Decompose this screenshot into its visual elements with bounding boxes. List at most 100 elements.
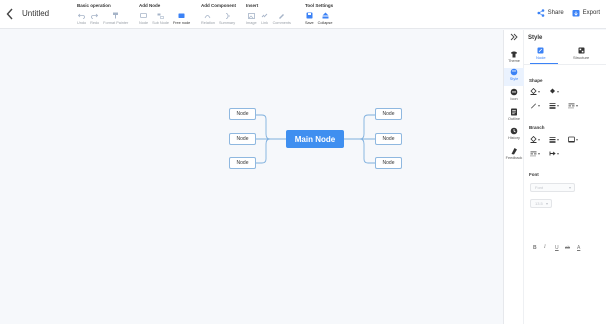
panel-title: Style	[528, 35, 543, 41]
image-label: Image	[246, 21, 257, 25]
group-tool-settings: Tool Settings Save Collapse	[305, 3, 336, 25]
section-shape-title: Shape	[529, 78, 543, 83]
rail-item-history[interactable]: History	[504, 127, 524, 145]
node-icon	[140, 12, 147, 18]
group-insert: Insert Image Link Comments	[246, 3, 295, 25]
header-actions: Share Export	[529, 9, 600, 17]
group-title: Tool Settings	[305, 3, 334, 8]
group-title: Add Component	[201, 3, 236, 8]
chevron-down-icon: ▾	[538, 137, 541, 142]
insert-image-button[interactable]: Image	[246, 12, 257, 25]
chevron-down-icon: ▾	[557, 151, 560, 156]
main-node[interactable]: Main Node	[286, 130, 344, 148]
branch-connector-style[interactable]: ▾	[568, 136, 578, 143]
shape-pen[interactable]: ▾	[530, 102, 540, 109]
summary-button[interactable]: Summary	[219, 12, 235, 25]
summary-label: Summary	[218, 21, 236, 25]
rail-item-feedback[interactable]: Feedback	[504, 147, 524, 165]
summary-icon	[225, 12, 230, 19]
font-size-select[interactable]: 13.5 ▾	[530, 199, 552, 208]
branch-arrow-style[interactable]: ▾	[549, 150, 559, 157]
redo-button[interactable]: Redo	[90, 12, 99, 25]
branch-line-style[interactable]: ▾	[530, 150, 540, 157]
rail-item-theme[interactable]: Theme	[504, 51, 524, 69]
font-size-value: 13.5	[535, 201, 543, 206]
font-color-button[interactable]: A	[577, 245, 580, 251]
font-family-value: Font	[535, 185, 544, 190]
collapse-button[interactable]: Collapse	[318, 12, 332, 25]
collapse-icon	[322, 12, 329, 19]
add-node-button[interactable]: Node	[139, 12, 148, 25]
group-add-node: Add Node Node Sub Node Free node	[139, 3, 194, 25]
left-node-1[interactable]: Node	[229, 108, 256, 120]
document-title[interactable]: Untitled	[22, 9, 49, 18]
chevron-down-icon: ▾	[545, 201, 548, 206]
export-button[interactable]: Export	[572, 9, 600, 17]
rail-label: Style	[509, 77, 519, 81]
underline-button[interactable]: U	[555, 245, 559, 251]
add-sub-node-button[interactable]: Sub Node	[152, 12, 169, 25]
line-style-icon	[530, 151, 537, 157]
chevron-down-icon: ▾	[557, 137, 560, 142]
redo-icon	[91, 13, 99, 19]
rail-item-icon[interactable]: Icon	[504, 88, 524, 106]
chevron-down-icon: ▾	[557, 103, 560, 108]
tab-node[interactable]: Node	[536, 47, 546, 60]
format-painter-label: Format Painter	[103, 21, 129, 25]
bold-button[interactable]: B	[533, 245, 537, 251]
shape-line-width[interactable]: ▾	[549, 102, 559, 109]
tab-structure[interactable]: Structure	[573, 47, 589, 60]
branch-line-width[interactable]: ▾	[549, 136, 559, 143]
insert-link-button[interactable]: Link	[261, 12, 269, 25]
rail-label: Icon	[510, 97, 518, 101]
save-icon	[306, 12, 313, 19]
font-family-select[interactable]: Font ▾	[530, 183, 575, 192]
sub-node-label: Sub Node	[152, 21, 169, 25]
style-icon	[510, 68, 518, 76]
image-icon	[247, 12, 255, 19]
collapse-panel-button[interactable]	[504, 33, 524, 51]
share-button[interactable]: Share	[537, 9, 564, 17]
add-free-node-button[interactable]: Free node	[173, 12, 190, 25]
back-button[interactable]	[6, 8, 18, 22]
section-font-title: Font	[529, 172, 539, 177]
mindmap-canvas[interactable]: Main Node Node Node Node Node Node Node	[0, 30, 503, 324]
shape-line-style[interactable]: ▾	[568, 102, 578, 109]
relation-button[interactable]: Relation	[201, 12, 215, 25]
branch-line-color[interactable]: ▾	[530, 136, 540, 143]
undo-button[interactable]: Undo	[77, 12, 86, 25]
side-icon-rail: Theme Style Icon Outline History Feedbac…	[503, 30, 524, 324]
node-label: Node	[139, 21, 149, 25]
history-icon	[510, 127, 518, 135]
italic-button[interactable]: I	[544, 245, 546, 250]
feedback-icon	[511, 148, 517, 155]
link-label: Link	[261, 21, 269, 25]
left-node-3[interactable]: Node	[229, 157, 256, 169]
rail-item-outline[interactable]: Outline	[504, 108, 524, 126]
insert-comments-button[interactable]: Comments	[273, 12, 291, 25]
chevron-down-icon: ▾	[538, 89, 541, 94]
rail-item-style[interactable]: Style	[504, 68, 524, 86]
section-branch-title: Branch	[529, 125, 545, 130]
line-width-icon	[549, 103, 556, 109]
right-node-1[interactable]: Node	[375, 108, 402, 120]
redo-label: Redo	[90, 21, 100, 25]
format-painter-button[interactable]: Format Painter	[103, 12, 128, 25]
save-button[interactable]: Save	[305, 12, 314, 25]
sub-node-icon	[157, 13, 164, 19]
left-node-2[interactable]: Node	[229, 133, 256, 145]
group-title: Basic operation	[77, 3, 111, 8]
chevron-down-icon: ▾	[576, 137, 579, 142]
chevron-down-icon: ▾	[538, 151, 541, 156]
right-node-3[interactable]: Node	[375, 157, 402, 169]
right-node-2[interactable]: Node	[375, 133, 402, 145]
double-chevron-right-icon	[510, 33, 518, 41]
strikethrough-button[interactable]: ab	[565, 245, 570, 250]
rail-label: Feedback	[505, 156, 523, 160]
group-add-component: Add Component Relation Summary	[201, 3, 239, 25]
structure-icon	[578, 47, 585, 54]
shape-fill-color[interactable]: ▾	[530, 88, 540, 95]
line-style-icon	[568, 103, 575, 109]
tab-label: Node	[536, 55, 546, 60]
shape-border-color[interactable]: ▾	[549, 88, 559, 95]
